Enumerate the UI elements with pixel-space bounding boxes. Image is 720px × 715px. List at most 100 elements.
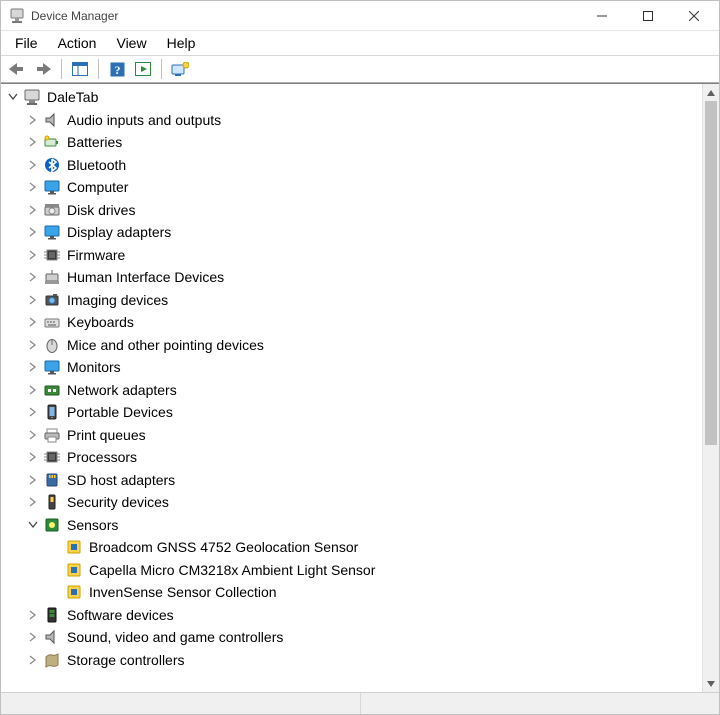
expand-arrow-icon[interactable] — [25, 134, 41, 150]
menu-action[interactable]: Action — [48, 33, 107, 53]
tree-category-disk[interactable]: Disk drives — [5, 199, 702, 222]
close-button[interactable] — [671, 1, 717, 31]
nav-back-button[interactable] — [5, 58, 29, 80]
toolbar-separator — [98, 59, 99, 79]
menu-file[interactable]: File — [5, 33, 48, 53]
tree-category-batteries[interactable]: Batteries — [5, 131, 702, 154]
processors-icon — [43, 448, 61, 466]
expand-arrow-icon[interactable] — [25, 382, 41, 398]
tree-category-label: Batteries — [65, 131, 124, 153]
menubar: File Action View Help — [1, 31, 719, 55]
tree-category-label: Sensors — [65, 514, 120, 536]
tree-category-hid[interactable]: Human Interface Devices — [5, 266, 702, 289]
tree-category-label: Storage controllers — [65, 649, 187, 671]
expand-arrow-icon[interactable] — [25, 269, 41, 285]
tree-category-computer[interactable]: Computer — [5, 176, 702, 199]
tree-category-label: Firmware — [65, 244, 127, 266]
tree-category-display[interactable]: Display adapters — [5, 221, 702, 244]
sensors-icon — [43, 516, 61, 534]
tree-category-label: Monitors — [65, 356, 123, 378]
svg-text:?: ? — [114, 63, 120, 77]
scroll-thumb[interactable] — [705, 101, 717, 445]
tree-category-software[interactable]: Software devices — [5, 604, 702, 627]
content-area: DaleTabAudio inputs and outputsBatteries… — [1, 83, 719, 692]
expand-arrow-icon[interactable] — [25, 202, 41, 218]
batteries-icon — [43, 133, 61, 151]
tree-category-portable[interactable]: Portable Devices — [5, 401, 702, 424]
menu-view[interactable]: View — [106, 33, 156, 53]
expand-arrow-icon[interactable] — [25, 179, 41, 195]
tree-category-label: Keyboards — [65, 311, 136, 333]
vertical-scrollbar[interactable] — [702, 84, 719, 692]
tree-category-label: Software devices — [65, 604, 176, 626]
tree-category-sound[interactable]: Sound, video and game controllers — [5, 626, 702, 649]
device-tree[interactable]: DaleTabAudio inputs and outputsBatteries… — [1, 84, 702, 692]
device-properties-button[interactable] — [168, 58, 192, 80]
imaging-icon — [43, 291, 61, 309]
scroll-down-button[interactable] — [703, 675, 719, 692]
expand-arrow-icon[interactable] — [25, 224, 41, 240]
nav-forward-button[interactable] — [31, 58, 55, 80]
expand-arrow-icon[interactable] — [25, 337, 41, 353]
tree-category-imaging[interactable]: Imaging devices — [5, 289, 702, 312]
expand-arrow-icon[interactable] — [25, 404, 41, 420]
scroll-up-button[interactable] — [703, 84, 719, 101]
tree-device[interactable]: InvenSense Sensor Collection — [5, 581, 702, 604]
bluetooth-icon — [43, 156, 61, 174]
show-hide-console-button[interactable] — [68, 58, 92, 80]
tree-category-print[interactable]: Print queues — [5, 424, 702, 447]
tree-category-label: Display adapters — [65, 221, 173, 243]
maximize-button[interactable] — [625, 1, 671, 31]
tree-category-monitors[interactable]: Monitors — [5, 356, 702, 379]
expand-arrow-icon[interactable] — [5, 89, 21, 105]
expand-arrow-icon[interactable] — [25, 652, 41, 668]
status-cell — [361, 693, 720, 714]
expand-arrow-icon[interactable] — [25, 449, 41, 465]
menu-help[interactable]: Help — [157, 33, 206, 53]
audio-icon — [43, 111, 61, 129]
tree-category-label: Imaging devices — [65, 289, 170, 311]
statusbar — [1, 692, 719, 714]
sound-icon — [43, 628, 61, 646]
expand-arrow-icon[interactable] — [25, 359, 41, 375]
tree-device[interactable]: Broadcom GNSS 4752 Geolocation Sensor — [5, 536, 702, 559]
tree-category-keyboards[interactable]: Keyboards — [5, 311, 702, 334]
minimize-button[interactable] — [579, 1, 625, 31]
tree-category-sdhost[interactable]: SD host adapters — [5, 469, 702, 492]
expand-arrow-icon[interactable] — [25, 427, 41, 443]
firmware-icon — [43, 246, 61, 264]
scan-hardware-button[interactable] — [131, 58, 155, 80]
tree-category-audio[interactable]: Audio inputs and outputs — [5, 109, 702, 132]
expand-arrow-icon[interactable] — [25, 157, 41, 173]
toolbar: ? — [1, 55, 719, 83]
expand-arrow-icon[interactable] — [25, 292, 41, 308]
tree-category-label: Computer — [65, 176, 130, 198]
expand-arrow-icon[interactable] — [25, 494, 41, 510]
help-button[interactable]: ? — [105, 58, 129, 80]
tree-category-storage[interactable]: Storage controllers — [5, 649, 702, 672]
tree-category-bluetooth[interactable]: Bluetooth — [5, 154, 702, 177]
scroll-track[interactable] — [703, 101, 719, 675]
expand-arrow-icon[interactable] — [25, 112, 41, 128]
tree-category-firmware[interactable]: Firmware — [5, 244, 702, 267]
tree-root-label: DaleTab — [45, 86, 100, 108]
tree-category-mice[interactable]: Mice and other pointing devices — [5, 334, 702, 357]
expand-arrow-icon[interactable] — [25, 517, 41, 533]
expand-arrow-icon[interactable] — [25, 247, 41, 263]
tree-category-label: Print queues — [65, 424, 148, 446]
computer-icon — [23, 88, 41, 106]
toolbar-separator — [161, 59, 162, 79]
tree-category-processors[interactable]: Processors — [5, 446, 702, 469]
tree-category-network[interactable]: Network adapters — [5, 379, 702, 402]
tree-category-sensors[interactable]: Sensors — [5, 514, 702, 537]
network-icon — [43, 381, 61, 399]
tree-device[interactable]: Capella Micro CM3218x Ambient Light Sens… — [5, 559, 702, 582]
expand-arrow-icon[interactable] — [25, 629, 41, 645]
tree-category-security[interactable]: Security devices — [5, 491, 702, 514]
expand-arrow-icon[interactable] — [25, 607, 41, 623]
hid-icon — [43, 268, 61, 286]
expand-arrow-icon[interactable] — [25, 314, 41, 330]
expand-arrow-icon[interactable] — [25, 472, 41, 488]
tree-category-label: Disk drives — [65, 199, 137, 221]
tree-root[interactable]: DaleTab — [5, 86, 702, 109]
